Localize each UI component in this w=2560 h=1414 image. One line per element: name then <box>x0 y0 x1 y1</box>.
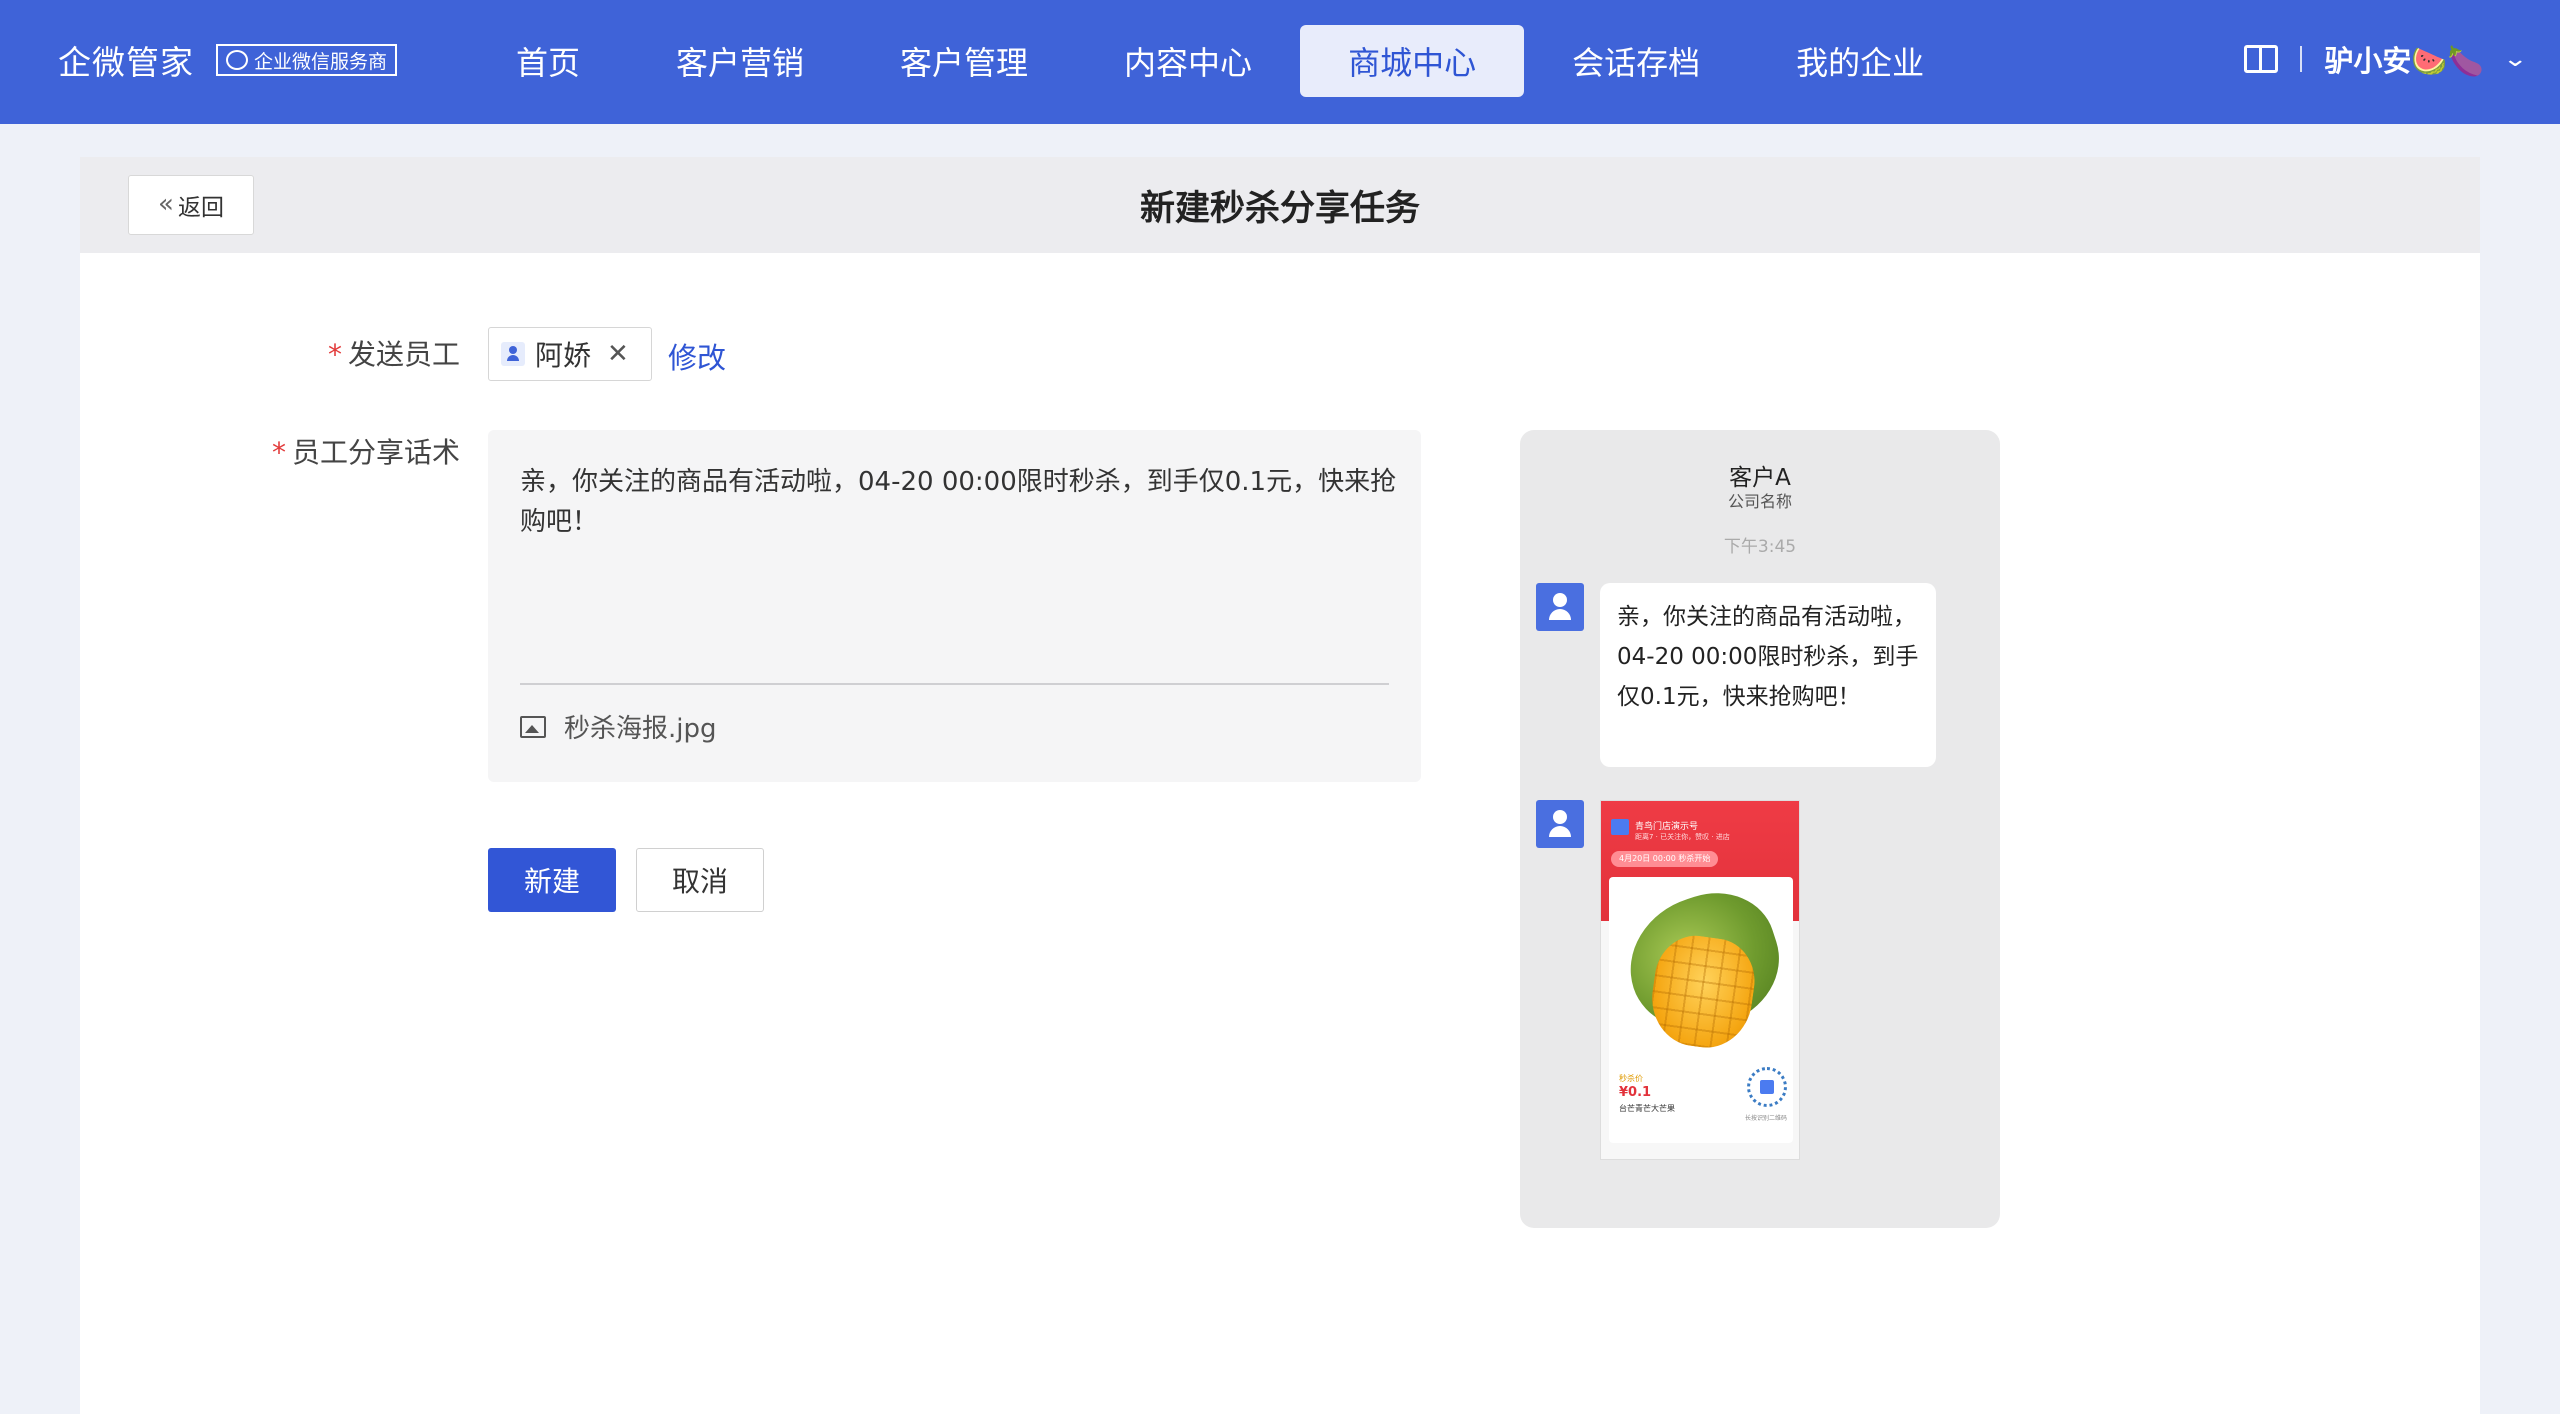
chat-preview: 客户A 公司名称 下午3:45 亲，你关注的商品有活动啦，04-20 00:00… <box>1520 430 2000 1228</box>
nav-item-content-center[interactable]: 内容中心 <box>1076 25 1300 97</box>
cancel-button[interactable]: 取消 <box>636 848 764 912</box>
poster-qr-caption: 长按识别二维码 <box>1745 1115 1788 1122</box>
back-button[interactable]: « 返回 <box>128 175 254 235</box>
preview-time: 下午3:45 <box>1723 537 1797 557</box>
nav-item-my-enterprise[interactable]: 我的企业 <box>1748 25 1972 97</box>
nav-item-mall-center[interactable]: 商城中心 <box>1300 25 1525 97</box>
nav-item-customer-marketing[interactable]: 客户营销 <box>628 25 852 97</box>
attachment-name: 秒杀海报.jpg <box>564 714 717 744</box>
top-navbar: 企微管家 企业微信服务商 首页 客户营销 客户管理 内容中心 商城中心 会话存档… <box>0 0 2560 124</box>
brand-name: 企微管家 <box>58 43 194 82</box>
nav-item-session-archive[interactable]: 会话存档 <box>1524 25 1748 97</box>
staff-label-text: 发送员工 <box>347 338 460 371</box>
nav-item-customer-management[interactable]: 客户管理 <box>852 25 1076 97</box>
poster-start-pill: 4月20日 00:00 秒杀开始 <box>1611 851 1719 867</box>
poster-product-card: 秒杀价 ¥0.1 台芒青芒大芒果 长按识别二维码 <box>1609 877 1796 1143</box>
book-icon[interactable] <box>2244 45 2279 73</box>
main-card: 新建秒杀分享任务 « 返回 * 发送员工 阿娇 ✕ 修改 * 员工分享话术 亲，你关… <box>80 157 2480 1414</box>
brand-badge-label: 企业微信服务商 <box>254 50 388 73</box>
staff-name: 阿娇 <box>535 339 592 372</box>
required-mark: * <box>271 436 286 469</box>
staff-label: * 发送员工 <box>300 333 460 373</box>
preview-company: 公司名称 <box>1727 492 1792 511</box>
required-mark: * <box>327 338 342 371</box>
script-label: * 员工分享话术 <box>240 431 460 471</box>
brand[interactable]: 企微管家 企业微信服务商 <box>58 36 398 84</box>
main-nav: 首页 客户营销 客户管理 内容中心 商城中心 会话存档 我的企业 <box>468 25 1972 97</box>
qr-code-icon <box>1747 1067 1787 1107</box>
create-button[interactable]: 新建 <box>488 848 616 912</box>
staff-tag: 阿娇 ✕ <box>488 327 652 381</box>
close-icon[interactable]: ✕ <box>607 339 629 369</box>
chevron-down-icon[interactable]: ⌄ <box>2502 47 2528 72</box>
poster-price: ¥0.1 <box>1619 1085 1652 1100</box>
script-text[interactable]: 亲，你关注的商品有活动啦，04-20 00:00限时秒杀，到手仅0.1元，快来抢… <box>520 462 1400 542</box>
attachment-item[interactable]: 秒杀海报.jpg <box>520 708 717 745</box>
preview-customer-name: 客户A <box>1729 465 1791 491</box>
divider <box>520 683 1389 685</box>
divider <box>2300 46 2303 72</box>
back-button-label: 返回 <box>177 195 224 221</box>
poster-price-label: 秒杀价 <box>1619 1074 1643 1083</box>
chat-bubble-icon <box>226 50 248 70</box>
card-header: 新建秒杀分享任务 « 返回 <box>80 157 2480 253</box>
preview-message-bubble: 亲，你关注的商品有活动啦，04-20 00:00限时秒杀，到手仅0.1元，快来抢… <box>1600 583 1936 767</box>
avatar <box>1536 583 1584 631</box>
user-icon <box>501 342 525 366</box>
preview-poster-image: 青鸟门店演示号 距离7 · 已关注你，赞叹 · 进店 4月20日 00:00 秒… <box>1600 800 1800 1160</box>
double-chevron-left-icon: « <box>158 189 174 219</box>
poster-product-name: 台芒青芒大芒果 <box>1619 1104 1675 1113</box>
script-label-text: 员工分享话术 <box>291 436 460 469</box>
script-textarea[interactable]: 亲，你关注的商品有活动啦，04-20 00:00限时秒杀，到手仅0.1元，快来抢… <box>488 430 1421 782</box>
nav-item-home[interactable]: 首页 <box>468 25 628 97</box>
top-right-tools: 驴小安🍉🍆 ⌄ <box>2244 38 2528 80</box>
user-name[interactable]: 驴小安🍉🍆 <box>2324 38 2483 80</box>
shop-logo-icon <box>1611 819 1629 835</box>
poster-shop-name: 青鸟门店演示号 <box>1635 822 1699 832</box>
poster-shop-sub: 距离7 · 已关注你，赞叹 · 进店 <box>1635 833 1730 841</box>
page-title: 新建秒杀分享任务 <box>1139 188 1420 229</box>
modify-staff-link[interactable]: 修改 <box>668 335 726 377</box>
brand-badge: 企业微信服务商 <box>216 44 398 76</box>
avatar <box>1536 800 1584 848</box>
image-icon <box>520 715 546 738</box>
